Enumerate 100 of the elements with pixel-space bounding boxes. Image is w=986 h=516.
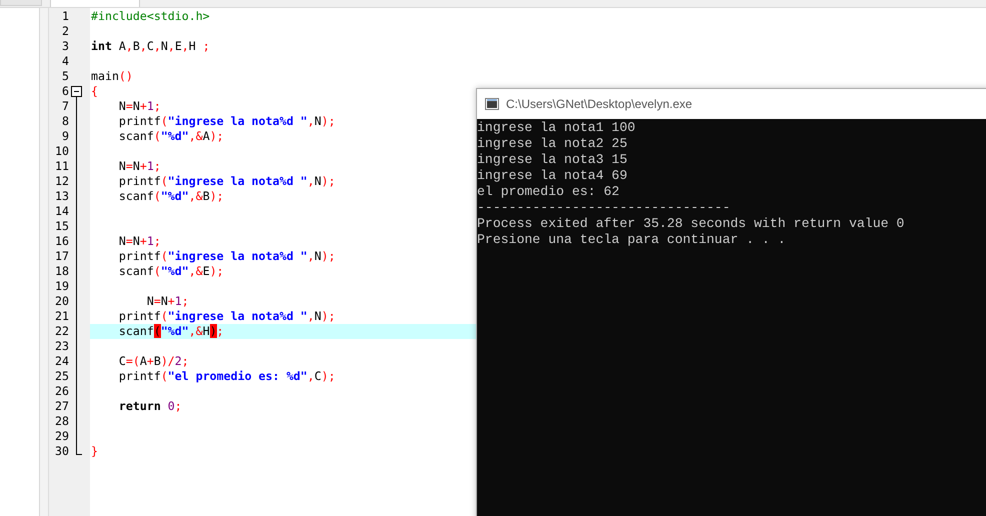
operator: +	[140, 234, 147, 248]
console-output-line: ingrese la nota4 69	[477, 168, 628, 184]
identifier: scanf	[118, 324, 154, 338]
line-number: 27	[54, 399, 69, 414]
operator: ;	[174, 399, 182, 413]
line-number: 16	[54, 234, 69, 249]
window-title: C:\Users\GNet\Desktop\evelyn.exe	[506, 97, 692, 111]
identifier: N	[118, 159, 126, 173]
operator: (	[160, 249, 168, 263]
string-literal: "ingrese la nota%d "	[168, 114, 308, 128]
operator: );	[210, 264, 224, 278]
identifier: B	[154, 354, 161, 368]
line-number: 24	[54, 354, 69, 369]
operator: ,	[126, 39, 133, 53]
identifier: N	[146, 294, 154, 308]
operator: );	[321, 249, 336, 263]
identifier: C	[314, 369, 322, 383]
identifier: N	[118, 234, 126, 248]
operator: ,	[307, 249, 314, 263]
operator: (	[154, 264, 161, 278]
keyword: return	[118, 399, 162, 413]
line-number: 15	[54, 219, 69, 234]
operator: +	[146, 354, 154, 368]
operator: );	[210, 129, 224, 143]
line-number: 13	[54, 189, 69, 204]
operator: ,	[307, 114, 314, 128]
number-literal: 0	[168, 399, 175, 413]
operator: =	[126, 159, 133, 173]
console-output-line: Process exited after 35.28 seconds with return value 0	[477, 216, 906, 232]
string-literal: "%d"	[160, 189, 189, 203]
number-literal: 2	[174, 354, 182, 368]
identifier: scanf	[118, 264, 154, 278]
line-number: 26	[54, 384, 69, 399]
identifier: scanf	[118, 129, 154, 143]
console-output-line: Presione una tecla para continuar . . .	[477, 232, 787, 248]
line-number: 19	[54, 279, 69, 294]
identifier: A	[118, 39, 126, 53]
string-literal: "%d"	[160, 129, 189, 143]
identifier: scanf	[118, 189, 154, 203]
line-number: 2	[61, 24, 69, 39]
line-number: 18	[54, 264, 69, 279]
identifier: H	[188, 39, 197, 53]
identifier: printf	[118, 249, 161, 263]
line-number: 22	[54, 324, 69, 339]
operator: ;	[154, 99, 161, 113]
operator: +	[140, 159, 147, 173]
line-number: 25	[54, 369, 69, 384]
fold-collapse-icon[interactable]	[70, 84, 83, 99]
line-number: 29	[54, 429, 69, 444]
line-number: 21	[54, 309, 69, 324]
keyword: int	[91, 39, 112, 53]
identifier: N	[314, 309, 322, 323]
splitter-bar[interactable]	[40, 8, 49, 516]
console-output-line: el promedio es: 62	[477, 184, 620, 200]
operator: ,&	[188, 264, 203, 278]
identifier: N	[132, 159, 140, 173]
operator: ()	[118, 69, 133, 83]
line-number: 17	[54, 249, 69, 264]
matched-bracket: )	[210, 324, 217, 338]
string-literal: "ingrese la nota%d "	[168, 309, 308, 323]
string-literal: "ingrese la nota%d "	[168, 249, 308, 263]
line-number: 8	[61, 114, 69, 129]
operator: +	[168, 294, 175, 308]
operator: }	[91, 444, 98, 458]
operator: );	[321, 174, 336, 188]
line-number: 14	[54, 204, 69, 219]
console-output-line: ingrese la nota3 15	[477, 152, 628, 168]
operator: +	[140, 99, 147, 113]
operator: ;	[216, 324, 224, 338]
operator: ,	[140, 39, 147, 53]
operator: =	[126, 99, 133, 113]
string-literal: "%d"	[160, 264, 189, 278]
number-literal: 1	[146, 159, 154, 173]
line-number: 11	[54, 159, 69, 174]
string-literal: "el promedio es: %d"	[168, 369, 308, 383]
operator: ,	[307, 174, 314, 188]
line-number: 10	[54, 144, 69, 159]
line-number: 23	[54, 339, 69, 354]
operator: ;	[182, 354, 189, 368]
operator: ,	[307, 369, 314, 383]
identifier: N	[160, 39, 168, 53]
operator: );	[321, 114, 336, 128]
console-app-icon	[485, 98, 499, 110]
operator: ,	[168, 39, 175, 53]
identifier: N	[132, 99, 140, 113]
operator: ;	[182, 294, 189, 308]
number-literal: 1	[146, 234, 154, 248]
line-number: 28	[54, 414, 69, 429]
identifier: N	[132, 234, 140, 248]
identifier: N	[314, 114, 322, 128]
identifier: A	[140, 354, 147, 368]
identifier: N	[314, 174, 322, 188]
operator: ,	[182, 39, 189, 53]
operator: =(	[126, 354, 140, 368]
number-literal: 1	[146, 99, 154, 113]
operator: ;	[154, 234, 161, 248]
operator: );	[210, 189, 224, 203]
operator: ;	[154, 159, 161, 173]
operator: =	[154, 294, 161, 308]
operator: ,	[307, 309, 314, 323]
